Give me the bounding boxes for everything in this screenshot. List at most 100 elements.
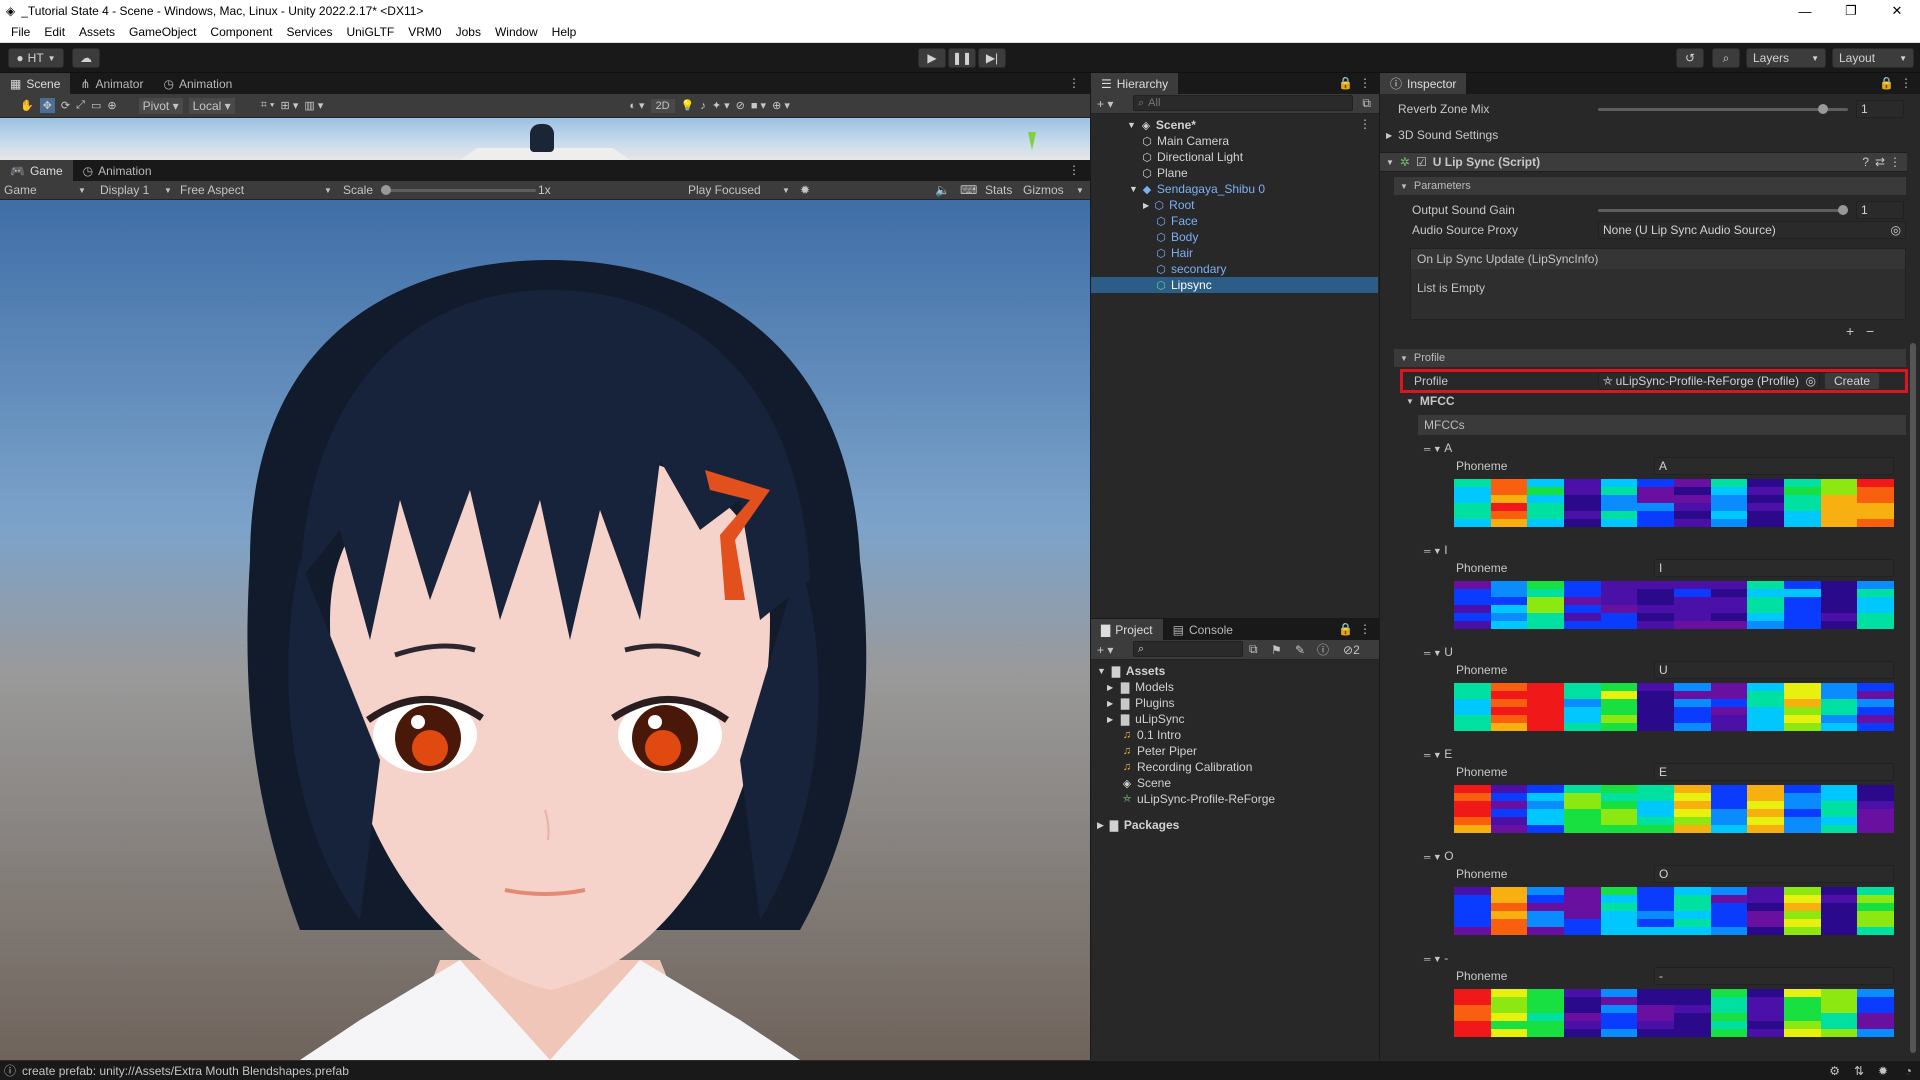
expand-arrow-icon[interactable]: ▼	[1129, 184, 1138, 194]
stats-button[interactable]: Stats	[985, 183, 1012, 197]
tab-hierarchy[interactable]: ☰ Hierarchy	[1091, 73, 1179, 94]
move-tool-icon[interactable]: ✥	[39, 98, 55, 113]
profile-picker-icon[interactable]: ◎	[1806, 374, 1816, 388]
reverb-slider[interactable]	[1598, 108, 1848, 111]
tab-scene[interactable]: ▦ Scene	[0, 73, 71, 94]
remove-event-icon[interactable]: −	[1866, 323, 1874, 339]
tab-inspector[interactable]: ⓘ Inspector	[1380, 73, 1467, 94]
menu-vrm0[interactable]: VRM0	[408, 25, 441, 39]
menu-edit[interactable]: Edit	[44, 25, 65, 39]
increment-snap-icon[interactable]: ▥ ▾	[304, 99, 323, 112]
phoneme-value-field[interactable]: A	[1654, 457, 1894, 475]
mute-audio-icon[interactable]: 🔈	[935, 183, 950, 197]
grid-snapping-icon[interactable]: ⊞ ▾	[281, 99, 299, 112]
menu-gameobject[interactable]: GameObject	[129, 25, 196, 39]
camera-icon[interactable]: ■ ▾	[751, 99, 766, 112]
phoneme-value-field[interactable]: E	[1654, 763, 1894, 781]
hierarchy-item[interactable]: ▼ ◆ Sendagaya_Shibu 0	[1091, 181, 1378, 197]
hierarchy-search-input[interactable]: ⌕ All	[1133, 95, 1353, 111]
object-picker-icon[interactable]: ◎	[1891, 223, 1901, 237]
drag-handle-icon[interactable]: ═ ▼	[1424, 546, 1444, 556]
play-icon[interactable]: ▶	[918, 48, 946, 68]
lighting-icon[interactable]: 💡	[681, 99, 695, 112]
layers-dropdown[interactable]: Layers ▼	[1746, 48, 1826, 68]
project-item[interactable]: ◈ Scene	[1091, 775, 1378, 791]
hierarchy-item[interactable]: ⬡ Face	[1091, 213, 1378, 229]
expand-arrow-icon[interactable]: ▶	[1107, 699, 1113, 708]
hierarchy-item[interactable]: ⬡ Hair	[1091, 245, 1378, 261]
hierarchy-item[interactable]: ⬡ Lipsync	[1091, 277, 1378, 293]
audio-source-proxy-field[interactable]: None (U Lip Sync Audio Source) ◎	[1598, 221, 1906, 239]
phoneme-foldout[interactable]: ═ ▼ -	[1424, 951, 1448, 965]
drag-handle-icon[interactable]: ═ ▼	[1424, 648, 1444, 658]
project-item[interactable]: ♫ 0.1 Intro	[1091, 727, 1378, 743]
tab-animation-2[interactable]: ◷ Animation	[73, 160, 162, 181]
project-item[interactable]: ⛤ uLipSync-Profile-ReForge	[1091, 791, 1378, 807]
hierarchy-item[interactable]: ⬡ secondary	[1091, 261, 1378, 277]
search-filter-icon[interactable]: ⧉	[1362, 96, 1371, 111]
hierarchy-item[interactable]: ⬡ Main Camera	[1091, 133, 1378, 149]
create-button[interactable]: Create	[1824, 372, 1880, 390]
hidden-packages-icon[interactable]: ⊘2	[1343, 643, 1360, 657]
draw-mode-icon[interactable]: ◐ ▾	[629, 99, 644, 112]
tab-animator[interactable]: ⋔ Animator	[70, 73, 153, 94]
parameters-header[interactable]: ▼ Parameters	[1394, 177, 1906, 195]
info-icon[interactable]: ⓘ	[1317, 641, 1329, 658]
hierarchy-item[interactable]: ⬡ Body	[1091, 229, 1378, 245]
scale-slider[interactable]	[386, 189, 536, 192]
phoneme-value-field[interactable]: U	[1654, 661, 1894, 679]
pause-icon[interactable]: ❚❚	[948, 48, 976, 68]
tab-animation[interactable]: ◷ Animation	[153, 73, 242, 94]
phoneme-foldout[interactable]: ═ ▼ E	[1424, 747, 1452, 761]
reverb-value-field[interactable]: 1	[1856, 100, 1904, 118]
local-toggle[interactable]: Local ▾	[188, 97, 235, 114]
component-enabled-checkbox[interactable]: ☑	[1416, 155, 1427, 169]
pivot-toggle[interactable]: Pivot ▾	[138, 97, 183, 114]
phoneme-foldout[interactable]: ═ ▼ O	[1424, 849, 1454, 863]
close-button[interactable]: ✕	[1874, 0, 1920, 22]
account-dropdown[interactable]: ● HT ▼	[8, 48, 64, 68]
favorite-icon[interactable]: ✎	[1295, 643, 1305, 657]
tab-game[interactable]: 🎮 Game	[0, 160, 73, 181]
rect-tool-icon[interactable]: ▭	[91, 99, 101, 112]
sound3d-row[interactable]: ▶ 3D Sound Settings	[1380, 125, 1907, 145]
help-icon[interactable]: ?	[1862, 155, 1869, 169]
inspector-more-icon[interactable]: ⋮	[1900, 76, 1912, 90]
hierarchy-item[interactable]: ▶ ⬡ Root	[1091, 197, 1378, 213]
menu-assets[interactable]: Assets	[79, 25, 115, 39]
progress-icon[interactable]: ⚙	[1829, 1064, 1840, 1078]
drag-handle-icon[interactable]: ═ ▼	[1424, 852, 1444, 862]
phoneme-foldout[interactable]: ═ ▼ U	[1424, 645, 1453, 659]
project-more-icon[interactable]: ⋮	[1359, 622, 1371, 636]
component-header[interactable]: ▼ ✲ ☑ U Lip Sync (Script) ? ⇄ ⋮	[1380, 152, 1907, 172]
network-icon[interactable]: ⇅	[1854, 1064, 1864, 1078]
search-by-label-icon[interactable]: ⚑	[1271, 643, 1282, 657]
cloud-icon[interactable]: ☁	[72, 48, 100, 68]
project-lock-icon[interactable]: 🔒	[1338, 622, 1353, 636]
lock-icon[interactable]: 🔒	[1338, 76, 1353, 90]
menu-help[interactable]: Help	[552, 25, 577, 39]
bug-icon[interactable]: ✹	[800, 183, 810, 197]
hand-tool-icon[interactable]: ✋	[20, 99, 34, 112]
menu-unigltf[interactable]: UniGLTF	[346, 25, 394, 39]
gizmos-icon[interactable]: ⊕ ▾	[772, 99, 790, 112]
gain-slider-knob[interactable]	[1838, 205, 1848, 215]
project-item[interactable]: ♫ Recording Calibration	[1091, 759, 1378, 775]
search-by-type-icon[interactable]: ⧉	[1249, 642, 1258, 657]
project-item[interactable]: ▶ ▇ uLipSync	[1091, 711, 1378, 727]
drag-handle-icon[interactable]: ═ ▼	[1424, 444, 1444, 454]
project-search-input[interactable]: ⌕	[1133, 641, 1243, 657]
inspector-lock-icon[interactable]: 🔒	[1879, 76, 1894, 90]
phoneme-value-field[interactable]: I	[1654, 559, 1894, 577]
drag-handle-icon[interactable]: ═ ▼	[1424, 750, 1444, 760]
maximize-button[interactable]: ❐	[1828, 0, 1874, 22]
status-message[interactable]: create prefab: unity://Assets/Extra Mout…	[22, 1064, 349, 1078]
expand-arrow-icon[interactable]: ▶	[1107, 715, 1113, 724]
menu-jobs[interactable]: Jobs	[456, 25, 481, 39]
game-more-icon[interactable]: ⋮	[1068, 163, 1080, 177]
audio-icon[interactable]: ♪	[700, 100, 706, 112]
transform-tool-icon[interactable]: ⊕	[107, 99, 116, 112]
gain-value-field[interactable]: 1	[1856, 201, 1904, 219]
mode-2d-toggle[interactable]: 2D	[650, 98, 675, 113]
project-add-icon[interactable]: + ▾	[1097, 643, 1113, 657]
